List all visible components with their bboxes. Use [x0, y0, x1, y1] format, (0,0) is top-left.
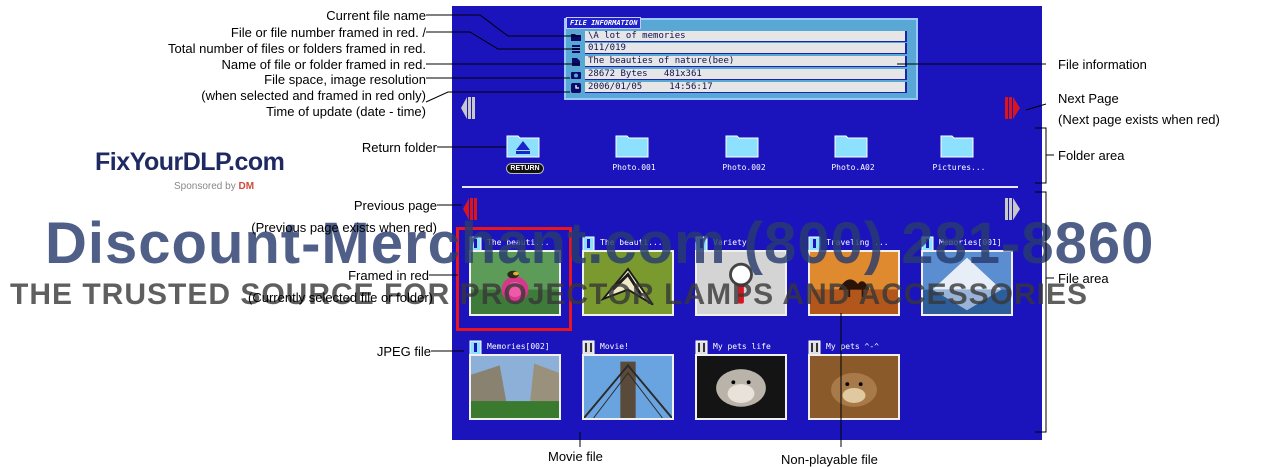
callout-framed-in-red-2: (Currently selected file or folder) [248, 290, 433, 305]
folder-icon [834, 135, 868, 158]
folder-pictures[interactable]: Pictures... [914, 132, 1004, 176]
next-folder-page-arrow[interactable] [1000, 95, 1022, 121]
info-file-number: 011/019 [585, 43, 907, 54]
file-thumbnail [582, 250, 674, 316]
callout-time-of-update: Time of update (date - time) [266, 104, 426, 119]
file-thumbnail [695, 354, 787, 420]
watermark-sponsored: Sponsored by DM [174, 181, 255, 192]
callout-return-folder: Return folder [361, 140, 437, 155]
desert-camel-image [810, 252, 898, 314]
folder-photo-002[interactable]: Photo.002 [699, 132, 789, 176]
folder-photo-001[interactable]: Photo.001 [589, 132, 679, 176]
callout-framed-in-red-1: Framed in red [348, 268, 429, 283]
hamster-2-image [810, 356, 898, 418]
info-file-space: 28672 Bytes 481x361 [585, 69, 907, 80]
file-label: Variety [713, 238, 747, 247]
file-count-icon [572, 45, 580, 53]
folder-icon [725, 135, 759, 158]
folder-return[interactable]: RETURN [480, 132, 570, 176]
callout-next-page-1: Next Page [1058, 91, 1119, 106]
file-label: The beauti... [600, 238, 663, 247]
callout-previous-page-1: Previous page [353, 198, 437, 213]
file-tile[interactable]: Memories[002] [463, 338, 565, 430]
file-thumbnail [808, 354, 900, 420]
callout-folder-area: Folder area [1058, 148, 1125, 163]
mountain-lake-image [923, 252, 1011, 314]
area-separator [462, 186, 1018, 188]
file-thumbnail [695, 250, 787, 316]
callout-next-page-2: (Next page exists when red) [1058, 112, 1220, 127]
file-label: Memories[002] [487, 342, 550, 351]
camera-icon [571, 72, 581, 79]
file-tile[interactable]: Memories[001] [915, 234, 1017, 326]
file-name-icon [572, 58, 580, 66]
file-tile[interactable]: The beauti... [576, 234, 678, 326]
info-file-name: The beauties of nature(bee) [585, 56, 907, 67]
file-label: Traveling ... [826, 238, 889, 247]
info-current-file-name: \A lot of memories [585, 31, 907, 42]
folder-label: Photo.001 [612, 163, 656, 172]
watermark-logo: FixYourDLP.com [95, 148, 285, 176]
file-label: My pets life [713, 342, 771, 351]
file-thumbnail [582, 354, 674, 420]
previous-folder-page-arrow[interactable] [460, 95, 482, 121]
file-tile[interactable]: My pets ^-^ [802, 338, 904, 430]
waterfall-valley-image [471, 356, 559, 418]
callout-file-number-2: Total number of files or folders framed … [168, 41, 426, 56]
file-tile[interactable]: My pets life [689, 338, 791, 430]
callout-file-space-2: (when selected and framed in red only) [201, 88, 426, 103]
file-thumbnail [469, 354, 561, 420]
selection-frame [456, 227, 572, 331]
folder-icon [940, 135, 974, 158]
file-thumbnail [921, 250, 1013, 316]
folder-icon [571, 34, 581, 41]
folder-icon [615, 135, 649, 158]
callout-name-framed: Name of file or folder framed in red. [221, 57, 426, 72]
file-label: Movie! [600, 342, 629, 351]
hamster-image [697, 356, 785, 418]
callout-file-area: File area [1058, 271, 1109, 286]
file-tile[interactable]: Movie! [576, 338, 678, 430]
callout-file-number-1: File or file number framed in red. / [230, 25, 426, 40]
info-update-time: 2006/01/05 14:56:17 [585, 82, 907, 93]
callout-non-playable-file: Non-playable file [781, 452, 878, 467]
callout-file-space-1: File space, image resolution [264, 72, 426, 87]
folder-label: Photo.A02 [831, 163, 875, 172]
callout-movie-file: Movie file [548, 449, 603, 464]
file-label: My pets ^-^ [826, 342, 879, 351]
callout-current-file-name: Current file name [326, 8, 426, 23]
callout-jpeg-file: JPEG file [376, 344, 431, 359]
return-folder-icon [506, 135, 540, 158]
previous-file-page-arrow[interactable] [462, 196, 484, 222]
non-playable-magnifier-icon [697, 252, 785, 314]
callout-previous-page-2: (Previous page exists when red) [251, 220, 437, 235]
return-label: RETURN [506, 163, 544, 174]
next-file-page-arrow[interactable] [1000, 196, 1022, 222]
file-tile[interactable]: Variety [689, 234, 791, 326]
folder-label: Photo.002 [722, 163, 766, 172]
clock-icon [571, 83, 581, 93]
bridge-image [584, 356, 672, 418]
file-tile[interactable]: Traveling ... [802, 234, 904, 326]
folder-photo-a02[interactable]: Photo.A02 [808, 132, 898, 176]
file-label: Memories[001] [939, 238, 1002, 247]
folder-label: Pictures... [932, 163, 986, 172]
file-information-title: FILE INFORMATION [566, 17, 642, 29]
file-thumbnail [808, 250, 900, 316]
butterfly-image [584, 252, 672, 314]
callout-file-information: File information [1058, 57, 1147, 72]
